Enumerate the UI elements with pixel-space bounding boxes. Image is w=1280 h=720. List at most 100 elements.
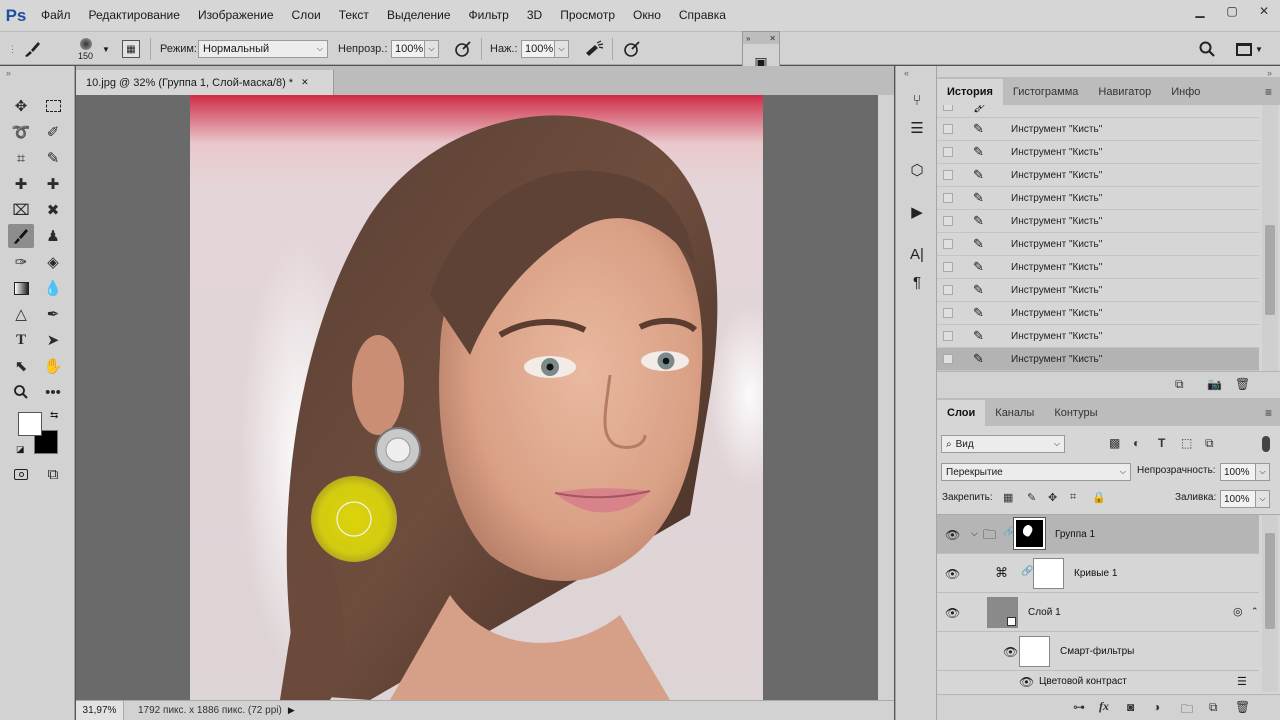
history-snapshot-box[interactable]	[943, 354, 953, 364]
lock-artboard-icon[interactable]: ⌗	[1070, 491, 1076, 504]
history-snapshot-box[interactable]	[943, 216, 953, 226]
portrait-photo[interactable]	[190, 95, 763, 700]
blur-tool-icon[interactable]: 💧	[40, 276, 66, 300]
history-snapshot-box[interactable]	[943, 239, 953, 249]
tab-channels[interactable]: Каналы	[985, 400, 1044, 426]
history-snapshot-box[interactable]	[943, 285, 953, 295]
layer-name[interactable]: Кривые 1	[1074, 568, 1117, 579]
type-tool-icon[interactable]: T	[8, 328, 34, 352]
panel-menu-icon[interactable]: ≡	[1265, 85, 1272, 99]
gradient-tool-icon[interactable]	[8, 276, 34, 300]
lock-transparency-icon[interactable]: ▦	[1003, 491, 1013, 504]
history-snapshot-box[interactable]	[943, 147, 953, 157]
layer-1[interactable]: 👁 Слой 1 ◎ ⌃	[937, 593, 1259, 632]
character-panel-icon[interactable]: A|	[904, 242, 930, 266]
history-item[interactable]: ✎ Инструмент "Кисть"	[937, 233, 1259, 256]
smart-filters-toggle-icon[interactable]: ◎	[1233, 605, 1243, 618]
search-icon[interactable]	[1198, 32, 1216, 66]
layer-thumbnail[interactable]	[987, 597, 1018, 628]
history-item[interactable]: ✎ Инструмент "Кисть"	[937, 325, 1259, 348]
history-snapshot-box[interactable]	[943, 124, 953, 134]
history-item[interactable]: ✎ Инструмент "Кисть"	[937, 256, 1259, 279]
brush-size-picker[interactable]: 150	[78, 34, 93, 64]
link-layers-icon[interactable]: ⊶	[1073, 700, 1085, 714]
blend-mode-select[interactable]: Перекрытие ⌵	[941, 463, 1131, 481]
menu-3d[interactable]: 3D	[518, 0, 551, 31]
history-snapshot-box[interactable]	[943, 193, 953, 203]
scrollbar-thumb[interactable]	[1265, 225, 1275, 315]
brush-tool-preset-icon[interactable]	[22, 32, 42, 66]
quick-selection-tool-icon[interactable]: ✐	[40, 120, 66, 144]
default-colors-icon[interactable]: ◪	[16, 444, 25, 455]
3d-cube-icon[interactable]: ⬡	[904, 158, 930, 182]
collapse-icon[interactable]: »	[746, 34, 750, 43]
airbrush-icon[interactable]	[583, 32, 605, 66]
filter-blending-options-icon[interactable]: ☰	[1237, 675, 1247, 688]
zoom-level-field[interactable]: 31,97%	[76, 701, 124, 720]
quick-mask-icon[interactable]	[8, 462, 34, 486]
mode-select[interactable]: Нормальный ⌵	[198, 40, 328, 58]
tab-history[interactable]: История	[937, 79, 1003, 105]
layer-name[interactable]: Слой 1	[1028, 607, 1061, 618]
actions-play-icon[interactable]: ▶	[904, 200, 930, 224]
trash-icon[interactable]: 🗑	[1235, 700, 1250, 714]
crop-tool-icon[interactable]: ⌗	[8, 146, 34, 170]
opacity-dropdown-icon[interactable]: ⌵	[425, 40, 439, 58]
panel-menu-icon[interactable]: ≡	[1265, 406, 1272, 420]
swap-colors-icon[interactable]: ⇆	[50, 410, 58, 421]
filter-shape-icon[interactable]: ⬚	[1181, 436, 1192, 450]
eraser-tool-icon[interactable]: ◈	[40, 250, 66, 274]
menu-file[interactable]: Файл	[32, 0, 80, 31]
menu-window[interactable]: Окно	[624, 0, 670, 31]
history-item[interactable]: ✎ Инструмент "Кисть"	[937, 164, 1259, 187]
history-snapshot-box[interactable]	[943, 170, 953, 180]
add-mask-icon[interactable]: ◙	[1127, 700, 1134, 714]
filter-name[interactable]: Цветовой контраст	[1039, 676, 1127, 687]
history-brush-tool-icon[interactable]: ✑	[8, 250, 34, 274]
history-item[interactable]: ✎ Инструмент "Кисть"	[937, 187, 1259, 210]
tab-histogram[interactable]: Гистограмма	[1003, 79, 1089, 105]
filter-smart-object-icon[interactable]: ⧉	[1205, 436, 1214, 451]
layer-name[interactable]: Группа 1	[1055, 529, 1095, 540]
layers-scrollbar[interactable]	[1262, 515, 1278, 692]
menu-filter[interactable]: Фильтр	[460, 0, 518, 31]
new-group-folder-icon[interactable]: 🗀	[1181, 700, 1193, 720]
adjustment-layer-icon[interactable]: ◑	[1153, 700, 1160, 714]
flow-dropdown-icon[interactable]: ⌵	[555, 40, 569, 58]
tab-paths[interactable]: Контуры	[1044, 400, 1107, 426]
filter-toggle-switch[interactable]	[1262, 436, 1270, 452]
canvas-area[interactable]	[76, 95, 878, 700]
spot-healing-tool-icon[interactable]: ✚	[8, 172, 34, 196]
history-item[interactable]: ✎ Инструмент "Кисть"	[937, 279, 1259, 302]
layer-group-1[interactable]: 👁 ⌵ 🗀 🔗 Группа 1	[937, 515, 1259, 554]
menu-view[interactable]: Просмотр	[551, 0, 624, 31]
tab-info[interactable]: Инфо	[1161, 79, 1210, 105]
hand-tool-icon[interactable]: ✋	[40, 354, 66, 378]
menu-help[interactable]: Справка	[670, 0, 735, 31]
filter-color-contrast-row[interactable]: 👁 Цветовой контраст ☰	[937, 671, 1259, 692]
history-item[interactable]: 🖌	[937, 105, 1259, 118]
workspace-switcher-icon[interactable]: ▼	[1236, 32, 1263, 66]
brush-tool-icon[interactable]	[8, 224, 34, 248]
history-item[interactable]: ✎ Инструмент "Кисть"	[937, 302, 1259, 325]
visibility-eye-icon[interactable]: 👁	[1003, 645, 1018, 659]
pressure-size-icon[interactable]	[622, 32, 642, 66]
foreground-color-swatch[interactable]	[18, 412, 42, 436]
close-button[interactable]: ✕	[1248, 0, 1280, 22]
move-tool-icon[interactable]: ✥	[8, 94, 34, 118]
direct-selection-tool-icon[interactable]: ⬉	[8, 354, 34, 378]
fill-dropdown-icon[interactable]: ⌵	[1256, 490, 1270, 508]
marquee-tool-icon[interactable]	[40, 94, 66, 118]
pressure-opacity-icon[interactable]	[453, 32, 473, 66]
history-snapshot-box[interactable]	[943, 331, 953, 341]
close-tab-icon[interactable]: ✕	[301, 77, 309, 88]
maximize-button[interactable]: ▢	[1216, 0, 1248, 22]
layer-opacity-input[interactable]: 100%	[1220, 463, 1256, 481]
layer-filter-select[interactable]: ⌕ Вид ⌵	[941, 435, 1065, 453]
tab-navigator[interactable]: Навигатор	[1088, 79, 1161, 105]
link-icon[interactable]: 🔗	[1021, 566, 1033, 577]
flow-input[interactable]: 100%	[521, 40, 555, 58]
expand-chevron-icon[interactable]: ⌵	[971, 528, 978, 539]
visibility-eye-icon[interactable]: 👁	[945, 528, 960, 542]
lock-position-icon[interactable]: ✥	[1048, 491, 1057, 504]
